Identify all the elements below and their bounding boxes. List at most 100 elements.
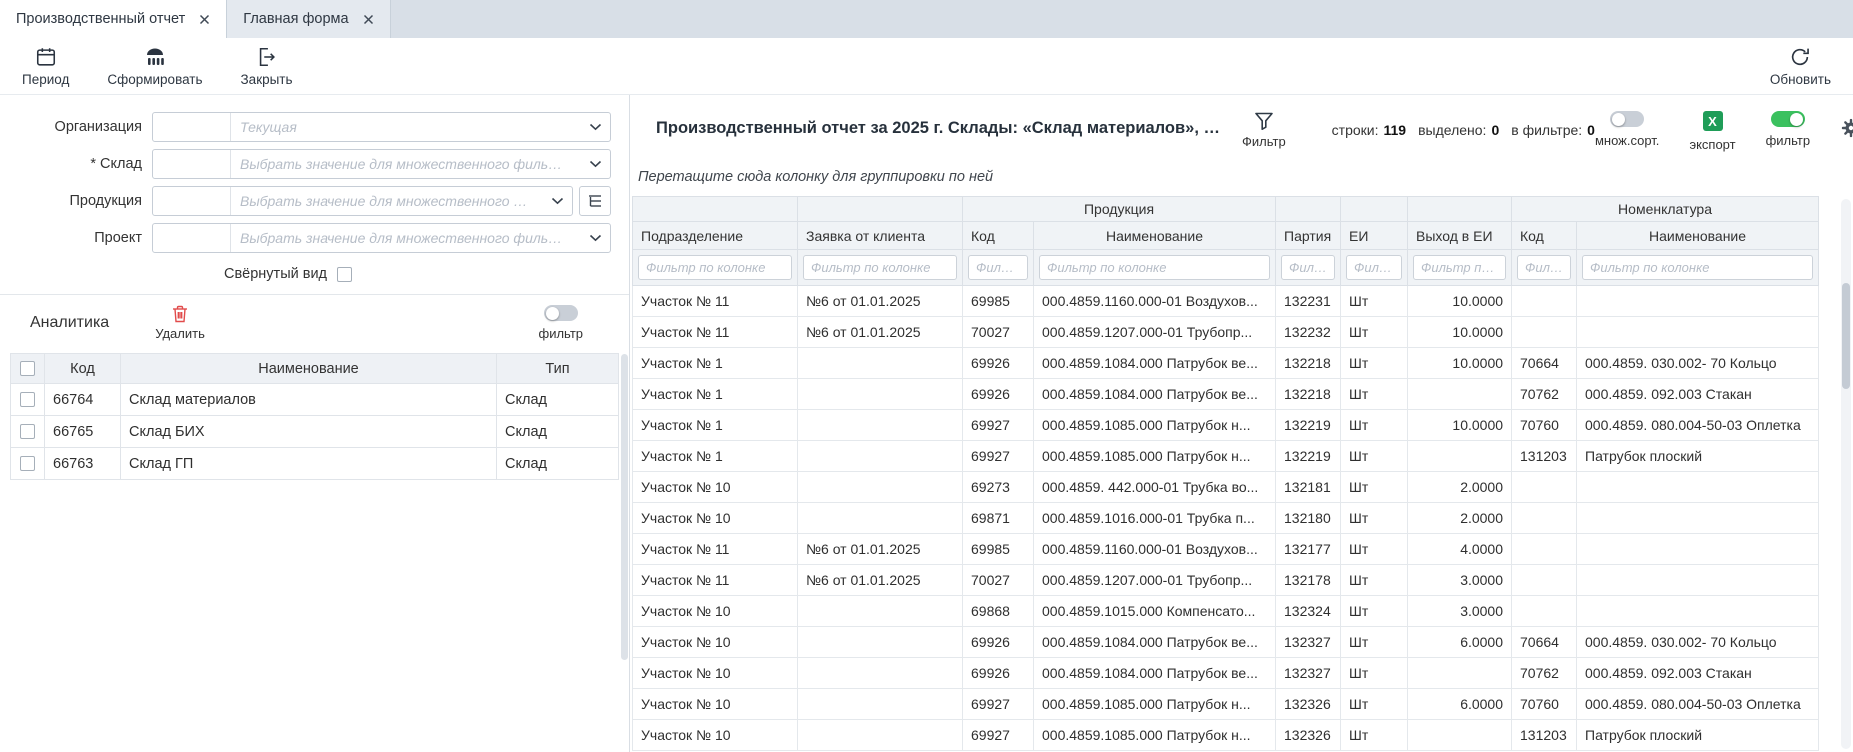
cell[interactable]: 000.4859. 092.003 Стакан [1577,379,1819,410]
cell[interactable]: 000.4859. 080.004-50-03 Оплетка [1577,410,1819,441]
analytics-row[interactable]: 66763Склад ГПСклад [11,448,619,480]
table-row[interactable]: Участок № 1069926000.4859.1084.000 Патру… [633,627,1819,658]
column-header-department[interactable]: Подразделение [633,222,798,250]
cell[interactable] [1512,503,1577,534]
close-form-button[interactable]: Закрыть [241,46,293,87]
cell[interactable]: 70762 [1512,658,1577,689]
cell[interactable] [798,596,963,627]
cell[interactable]: Участок № 11 [633,565,798,596]
organization-input[interactable] [231,113,580,141]
table-row[interactable]: Участок № 169927000.4859.1085.000 Патруб… [633,410,1819,441]
cell[interactable]: Участок № 11 [633,534,798,565]
cell[interactable] [1408,658,1512,689]
left-panel-scrollbar[interactable] [621,354,628,660]
cell[interactable] [798,472,963,503]
cell[interactable] [1408,379,1512,410]
project-id-segment[interactable] [153,224,231,252]
analytics-row[interactable]: 66765Склад БИХСклад [11,416,619,448]
cell[interactable]: 69273 [963,472,1034,503]
cell[interactable] [1577,286,1819,317]
cell[interactable]: 69868 [963,596,1034,627]
scrollbar-thumb[interactable] [1842,283,1850,389]
cell[interactable]: 3.0000 [1408,596,1512,627]
cell[interactable]: Шт [1341,534,1408,565]
chevron-down-icon[interactable] [580,150,610,178]
table-row[interactable]: Участок № 11№6 от 01.01.202570027000.485… [633,565,1819,596]
cell[interactable]: 132219 [1276,410,1341,441]
refresh-button[interactable]: Обновить [1770,46,1831,87]
cell[interactable]: №6 от 01.01.2025 [798,565,963,596]
cell[interactable] [1512,565,1577,596]
column-filter-input[interactable] [638,255,792,280]
cell[interactable] [798,658,963,689]
cell[interactable]: 132178 [1276,565,1341,596]
cell[interactable]: Шт [1341,565,1408,596]
generate-button[interactable]: Сформировать [107,46,202,87]
close-icon[interactable] [363,14,374,25]
cell[interactable]: 000.4859.1085.000 Патрубок н... [1034,410,1276,441]
cell[interactable] [798,503,963,534]
cell[interactable] [1577,565,1819,596]
column-header-unit[interactable]: ЕИ [1341,222,1408,250]
cell[interactable]: 000.4859.1085.000 Патрубок н... [1034,689,1276,720]
cell[interactable]: 69926 [963,658,1034,689]
cell[interactable]: 6.0000 [1408,627,1512,658]
column-filter-input[interactable] [1517,255,1571,280]
cell[interactable] [798,348,963,379]
cell[interactable]: Шт [1341,410,1408,441]
column-header-name[interactable]: Наименование [121,354,497,384]
chevron-down-icon[interactable] [580,113,610,141]
cell[interactable]: 2.0000 [1408,503,1512,534]
cell[interactable]: Шт [1341,596,1408,627]
row-checkbox[interactable] [20,392,35,407]
cell[interactable]: 000.4859.1160.000-01 Воздухов... [1034,534,1276,565]
cell[interactable]: 000.4859. 442.000-01 Трубка во... [1034,472,1276,503]
cell[interactable]: 10.0000 [1408,410,1512,441]
cell-type[interactable]: Склад [497,384,619,416]
cell[interactable]: 000.4859.1085.000 Патрубок н... [1034,441,1276,472]
cell[interactable]: 69927 [963,689,1034,720]
cell[interactable] [1577,317,1819,348]
cell[interactable]: 000.4859. 030.002- 70 Кольцо [1577,627,1819,658]
column-header-output[interactable]: Выход в ЕИ [1408,222,1512,250]
vertical-scrollbar[interactable] [1841,199,1851,749]
export-button[interactable]: X экспорт [1689,111,1735,152]
cell[interactable]: Шт [1341,472,1408,503]
product-id-segment[interactable] [153,187,231,215]
cell[interactable]: 000.4859.1016.000-01 Трубка п... [1034,503,1276,534]
settings-button[interactable] [1840,117,1853,139]
cell[interactable]: Шт [1341,689,1408,720]
cell[interactable]: 132327 [1276,627,1341,658]
cell[interactable]: 132327 [1276,658,1341,689]
multisort-toggle[interactable] [1610,111,1644,127]
cell[interactable]: 70762 [1512,379,1577,410]
cell[interactable]: 69927 [963,441,1034,472]
cell[interactable]: 000.4859.1015.000 Компенсато... [1034,596,1276,627]
table-row[interactable]: Участок № 1069868000.4859.1015.000 Компе… [633,596,1819,627]
cell[interactable] [1512,472,1577,503]
cell[interactable]: Участок № 10 [633,503,798,534]
cell[interactable]: 70027 [963,565,1034,596]
cell[interactable]: Шт [1341,720,1408,751]
column-header-nomen-code[interactable]: Код [1512,222,1577,250]
tab-main-form[interactable]: Главная форма [227,0,390,38]
project-input[interactable] [231,224,580,252]
cell[interactable]: 132177 [1276,534,1341,565]
cell-name[interactable]: Склад материалов [121,384,497,416]
hierarchy-button[interactable] [579,186,611,216]
cell[interactable]: Участок № 1 [633,441,798,472]
cell[interactable]: 69927 [963,410,1034,441]
table-row[interactable]: Участок № 11№6 от 01.01.202569985000.485… [633,534,1819,565]
tab-production-report[interactable]: Производственный отчет [0,0,227,38]
select-all-checkbox[interactable] [20,361,35,376]
cell[interactable]: 000.4859. 080.004-50-03 Оплетка [1577,689,1819,720]
cell[interactable]: 132181 [1276,472,1341,503]
table-row[interactable]: Участок № 169926000.4859.1084.000 Патруб… [633,379,1819,410]
column-filter-input[interactable] [1413,255,1506,280]
organization-combo[interactable] [152,112,611,142]
cell[interactable]: Шт [1341,441,1408,472]
cell[interactable]: 000.4859.1207.000-01 Трубопр... [1034,565,1276,596]
table-row[interactable]: Участок № 1069926000.4859.1084.000 Патру… [633,658,1819,689]
column-filter-input[interactable] [1281,255,1335,280]
cell[interactable]: 000.4859. 092.003 Стакан [1577,658,1819,689]
